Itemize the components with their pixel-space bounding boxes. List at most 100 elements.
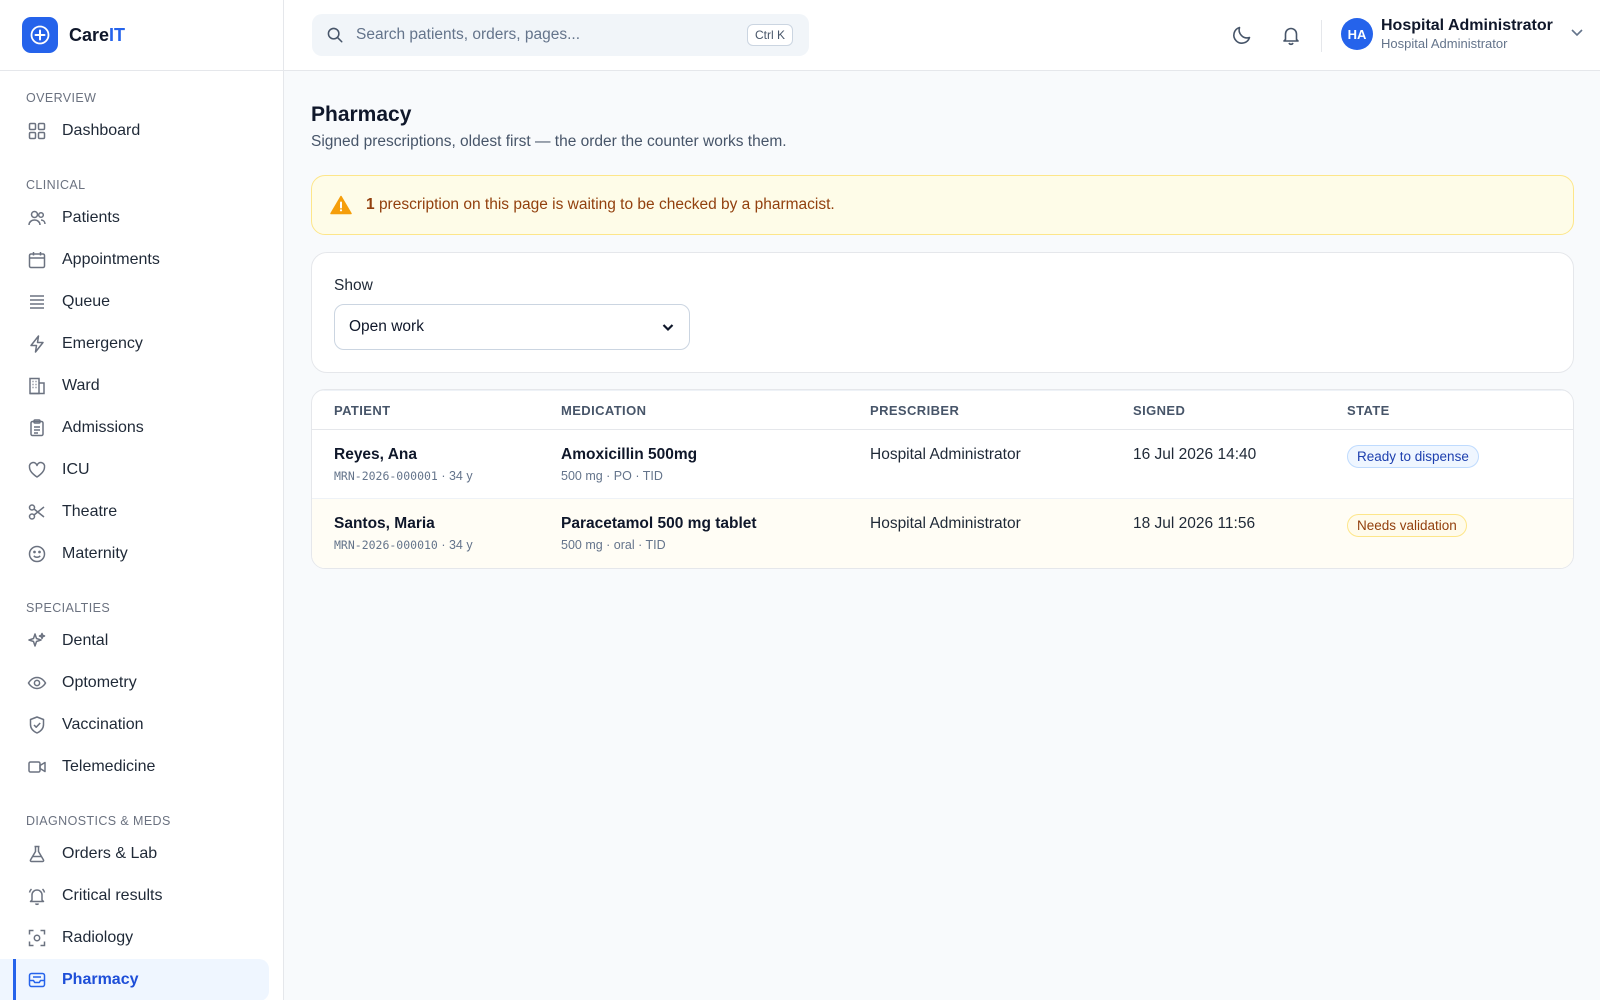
nav-section-clinical: CLINICAL xyxy=(26,178,86,192)
column-header-medication[interactable]: MEDICATION xyxy=(561,403,870,418)
nav-section-diagnostics: DIAGNOSTICS & MEDS xyxy=(26,814,171,828)
filter-card: Show Open work xyxy=(311,252,1574,373)
table-row[interactable]: Reyes, Ana MRN-2026-000001 · 34 y Amoxic… xyxy=(312,430,1573,499)
sidebar-item-icu[interactable]: ICU xyxy=(0,449,269,491)
sidebar-item-label: Theatre xyxy=(62,503,118,520)
column-header-prescriber[interactable]: PRESCRIBER xyxy=(870,403,1133,418)
brand[interactable]: CareIT xyxy=(0,0,283,71)
sidebar-item-orders-lab[interactable]: Orders & Lab xyxy=(0,833,269,875)
calendar-icon xyxy=(26,249,48,271)
medication-dose: 500 mg · oral · TID xyxy=(561,538,666,552)
scan-icon xyxy=(26,927,48,949)
sidebar-item-label: Dental xyxy=(62,632,109,649)
video-icon xyxy=(26,756,48,778)
search-icon xyxy=(326,26,344,44)
medication-name: Amoxicillin 500mg xyxy=(561,446,698,463)
user-name: Hospital Administrator xyxy=(1381,17,1553,34)
sidebar-item-critical-results[interactable]: Critical results xyxy=(0,875,269,917)
sidebar-item-label: ICU xyxy=(62,461,90,478)
sidebar-item-maternity[interactable]: Maternity xyxy=(0,533,269,575)
sidebar-item-emergency[interactable]: Emergency xyxy=(0,323,269,365)
signed-time: 18 Jul 2026 11:56 xyxy=(1133,515,1256,532)
sidebar-item-label: Radiology xyxy=(62,929,134,946)
sidebar-item-radiology[interactable]: Radiology xyxy=(0,917,269,959)
page-title: Pharmacy xyxy=(311,103,412,126)
sidebar-item-telemedicine[interactable]: Telemedicine xyxy=(0,746,269,788)
sidebar-item-patients[interactable]: Patients xyxy=(0,197,269,239)
sidebar: CareIT OVERVIEW Dashboard CLINICAL Patie… xyxy=(0,0,284,1000)
global-search[interactable]: Ctrl K xyxy=(312,14,809,56)
signed-time: 16 Jul 2026 14:40 xyxy=(1133,446,1257,463)
status-badge: Needs validation xyxy=(1347,514,1467,537)
warning-icon xyxy=(330,195,352,215)
column-header-signed[interactable]: SIGNED xyxy=(1133,403,1347,418)
prescriber: Hospital Administrator xyxy=(870,446,1021,463)
medication-name: Paracetamol 500 mg tablet xyxy=(561,515,757,532)
show-filter-select[interactable]: Open work xyxy=(334,304,690,350)
validation-alert: 1 prescription on this page is waiting t… xyxy=(311,175,1574,235)
sidebar-item-label: Dashboard xyxy=(62,122,141,139)
sidebar-item-label: Patients xyxy=(62,209,120,226)
logo-plus-icon xyxy=(22,17,58,53)
sidebar-item-label: Vaccination xyxy=(62,716,144,733)
chevron-down-icon xyxy=(1569,24,1585,45)
sidebar-item-theatre[interactable]: Theatre xyxy=(0,491,269,533)
sidebar-item-label: Pharmacy xyxy=(62,971,139,988)
theme-toggle-button[interactable] xyxy=(1229,22,1255,48)
brand-name: CareIT xyxy=(69,24,126,45)
patient-name[interactable]: Santos, Maria xyxy=(334,514,561,534)
medication-dose: 500 mg · PO · TID xyxy=(561,469,663,483)
nav-section-overview: OVERVIEW xyxy=(26,91,97,105)
chevron-down-icon xyxy=(661,320,675,334)
lightning-icon xyxy=(26,333,48,355)
sidebar-item-optometry[interactable]: Optometry xyxy=(0,662,269,704)
sidebar-item-label: Critical results xyxy=(62,887,163,904)
search-shortcut-badge: Ctrl K xyxy=(747,24,793,46)
search-input[interactable] xyxy=(356,26,736,44)
prescriber: Hospital Administrator xyxy=(870,515,1021,532)
inbox-icon xyxy=(26,969,48,991)
bell-alert-icon xyxy=(26,885,48,907)
avatar: HA xyxy=(1341,18,1373,50)
sidebar-item-vaccination[interactable]: Vaccination xyxy=(0,704,269,746)
sidebar-item-label: Appointments xyxy=(62,251,160,268)
column-header-state[interactable]: STATE xyxy=(1347,403,1573,418)
status-badge: Ready to dispense xyxy=(1347,445,1479,468)
column-header-patient[interactable]: PATIENT xyxy=(312,403,561,418)
users-icon xyxy=(26,207,48,229)
sidebar-item-label: Orders & Lab xyxy=(62,845,158,862)
building-icon xyxy=(26,375,48,397)
nav-section-specialties: SPECIALTIES xyxy=(26,601,111,615)
table-header: PATIENT MEDICATION PRESCRIBER SIGNED STA… xyxy=(312,390,1573,430)
sidebar-item-ward[interactable]: Ward xyxy=(0,365,269,407)
shield-check-icon xyxy=(26,714,48,736)
patient-name[interactable]: Reyes, Ana xyxy=(334,445,561,465)
sidebar-item-label: Optometry xyxy=(62,674,137,691)
sidebar-item-label: Ward xyxy=(62,377,100,394)
sidebar-item-label: Maternity xyxy=(62,545,128,562)
user-menu[interactable]: HA Hospital Administrator Hospital Admin… xyxy=(1341,16,1585,52)
eye-icon xyxy=(26,672,48,694)
patient-meta: MRN-2026-000010 · 34 y xyxy=(334,538,473,552)
sidebar-item-label: Queue xyxy=(62,293,111,310)
alert-count: 1 xyxy=(366,196,375,213)
table-row[interactable]: Santos, Maria MRN-2026-000010 · 34 y Par… xyxy=(312,499,1573,568)
clipboard-icon xyxy=(26,417,48,439)
filter-selected-value: Open work xyxy=(349,318,424,335)
heart-icon xyxy=(26,459,48,481)
sidebar-item-dental[interactable]: Dental xyxy=(0,620,269,662)
moon-icon xyxy=(1231,24,1253,46)
sidebar-item-label: Telemedicine xyxy=(62,758,156,775)
sidebar-item-admissions[interactable]: Admissions xyxy=(0,407,269,449)
filter-label: Show xyxy=(334,277,373,294)
flask-icon xyxy=(26,843,48,865)
sidebar-nav: OVERVIEW Dashboard CLINICAL Patients App… xyxy=(0,71,283,1000)
grid-icon xyxy=(26,120,48,142)
sidebar-item-appointments[interactable]: Appointments xyxy=(0,239,269,281)
sidebar-item-queue[interactable]: Queue xyxy=(0,281,269,323)
sidebar-item-pharmacy[interactable]: Pharmacy xyxy=(0,959,269,1000)
patient-meta: MRN-2026-000001 · 34 y xyxy=(334,469,473,483)
notifications-button[interactable] xyxy=(1278,22,1304,48)
prescriptions-table: PATIENT MEDICATION PRESCRIBER SIGNED STA… xyxy=(311,389,1574,569)
sidebar-item-dashboard[interactable]: Dashboard xyxy=(0,110,269,152)
